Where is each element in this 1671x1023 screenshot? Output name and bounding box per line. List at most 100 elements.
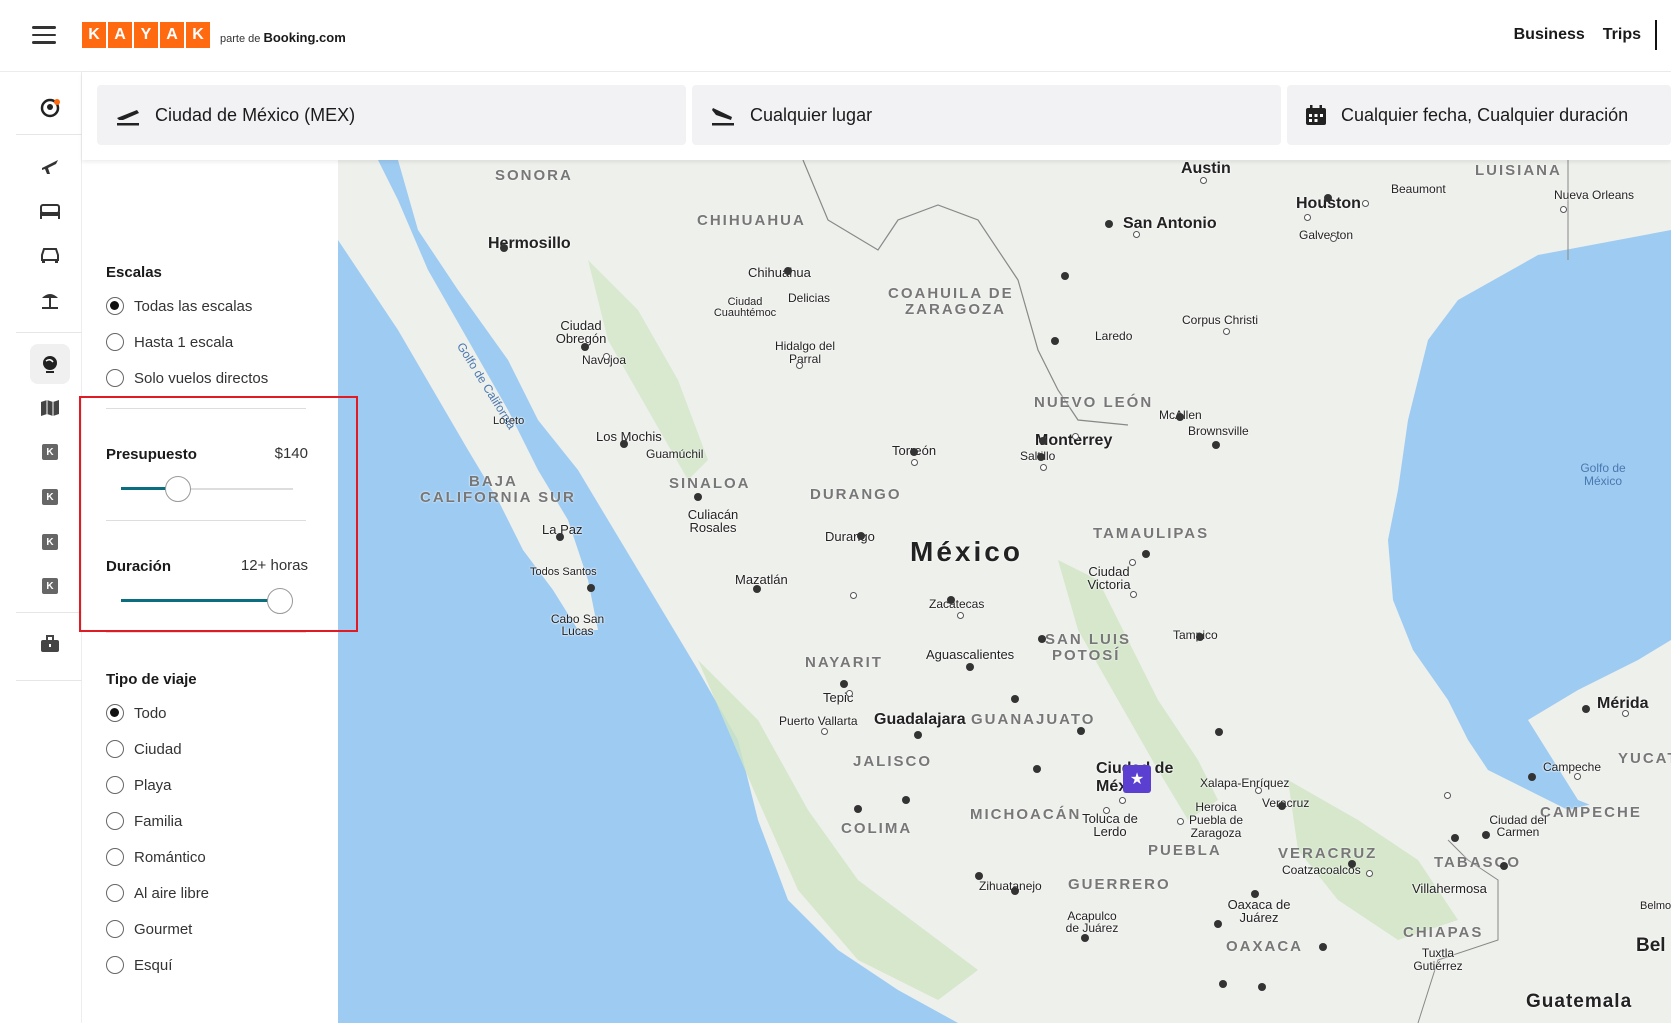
kayak-k-icon[interactable]: K bbox=[30, 432, 70, 472]
briefcase-icon[interactable] bbox=[30, 624, 70, 664]
dates-field[interactable]: Cualquier fecha, Cualquier duración bbox=[1287, 85, 1671, 145]
radio[interactable] bbox=[106, 956, 124, 974]
trips-link[interactable]: Trips bbox=[1603, 26, 1641, 44]
city-marker[interactable] bbox=[1119, 797, 1126, 804]
radio[interactable] bbox=[106, 369, 124, 387]
city-marker[interactable] bbox=[620, 440, 628, 448]
city-marker[interactable] bbox=[1130, 591, 1137, 598]
explore-icon[interactable] bbox=[30, 344, 70, 384]
city-marker[interactable] bbox=[753, 585, 761, 593]
city-marker[interactable] bbox=[1037, 453, 1045, 461]
city-marker[interactable] bbox=[1574, 773, 1581, 780]
city-marker[interactable] bbox=[911, 459, 918, 466]
city-marker[interactable] bbox=[1177, 818, 1184, 825]
city-marker[interactable] bbox=[947, 596, 955, 604]
stops-option[interactable]: Solo vuelos directos bbox=[106, 369, 268, 387]
city-marker[interactable] bbox=[1077, 727, 1085, 735]
city-marker[interactable] bbox=[1258, 983, 1266, 991]
city-marker[interactable] bbox=[1560, 206, 1567, 213]
city-marker[interactable] bbox=[966, 663, 974, 671]
city-marker[interactable] bbox=[1033, 765, 1041, 773]
city-marker[interactable] bbox=[1362, 200, 1369, 207]
city-marker[interactable] bbox=[840, 680, 848, 688]
city-marker[interactable] bbox=[821, 728, 828, 735]
city-marker[interactable] bbox=[854, 805, 862, 813]
city-marker[interactable] bbox=[1223, 328, 1230, 335]
city-marker[interactable] bbox=[694, 493, 702, 501]
city-marker[interactable] bbox=[957, 612, 964, 619]
city-marker[interactable] bbox=[1451, 834, 1459, 842]
city-marker[interactable] bbox=[1219, 980, 1227, 988]
bed-icon[interactable] bbox=[30, 191, 70, 231]
profile-icon[interactable] bbox=[30, 88, 70, 128]
city-marker[interactable] bbox=[796, 362, 803, 369]
duration-slider[interactable] bbox=[121, 586, 293, 616]
city-marker[interactable] bbox=[500, 244, 508, 252]
origin-field[interactable]: Ciudad de México (MEX) bbox=[97, 85, 686, 145]
trip-type-option[interactable]: Todo bbox=[106, 704, 167, 722]
radio[interactable] bbox=[106, 740, 124, 758]
city-marker[interactable] bbox=[1251, 890, 1259, 898]
trip-type-option[interactable]: Gourmet bbox=[106, 920, 192, 938]
plane-icon[interactable] bbox=[30, 146, 70, 186]
trip-type-option[interactable]: Esquí bbox=[106, 956, 172, 974]
city-marker[interactable] bbox=[1040, 464, 1047, 471]
city-marker[interactable] bbox=[1200, 177, 1207, 184]
radio-selected[interactable] bbox=[106, 297, 124, 315]
city-marker[interactable] bbox=[1582, 705, 1590, 713]
trip-type-option[interactable]: Romántico bbox=[106, 848, 206, 866]
city-marker[interactable] bbox=[1255, 787, 1262, 794]
city-marker[interactable] bbox=[1622, 710, 1629, 717]
kayak-k-icon[interactable]: K bbox=[30, 522, 70, 562]
city-marker[interactable] bbox=[902, 796, 910, 804]
city-marker[interactable] bbox=[784, 267, 792, 275]
city-marker[interactable] bbox=[1215, 728, 1223, 736]
radio[interactable] bbox=[106, 333, 124, 351]
city-marker[interactable] bbox=[1081, 934, 1089, 942]
trip-type-option[interactable]: Familia bbox=[106, 812, 182, 830]
radio[interactable] bbox=[106, 776, 124, 794]
origin-star-pin[interactable]: ★ bbox=[1123, 765, 1151, 793]
city-marker[interactable] bbox=[1011, 695, 1019, 703]
city-marker[interactable] bbox=[1214, 920, 1222, 928]
city-marker[interactable] bbox=[1319, 943, 1327, 951]
city-marker[interactable] bbox=[1330, 235, 1337, 242]
radio[interactable] bbox=[106, 884, 124, 902]
city-marker[interactable] bbox=[1133, 231, 1140, 238]
city-marker[interactable] bbox=[1366, 870, 1373, 877]
map[interactable]: SONORA CHIHUAHUA COAHUILA DE ZARAGOZA NU… bbox=[338, 160, 1671, 1023]
budget-slider-handle[interactable] bbox=[164, 476, 191, 502]
city-marker[interactable] bbox=[1528, 773, 1536, 781]
city-marker[interactable] bbox=[857, 532, 865, 540]
city-marker[interactable] bbox=[1278, 802, 1286, 810]
kayak-logo[interactable]: K A Y A K parte de Booking.com bbox=[82, 22, 346, 48]
city-marker[interactable] bbox=[1038, 635, 1046, 643]
trip-type-option[interactable]: Ciudad bbox=[106, 740, 182, 758]
kayak-k-icon[interactable]: K bbox=[30, 566, 70, 606]
radio[interactable] bbox=[106, 848, 124, 866]
city-marker[interactable] bbox=[587, 584, 595, 592]
budget-slider[interactable] bbox=[121, 474, 293, 504]
destination-field[interactable]: Cualquier lugar bbox=[692, 85, 1281, 145]
trip-type-option[interactable]: Al aire libre bbox=[106, 884, 209, 902]
city-marker[interactable] bbox=[1212, 441, 1220, 449]
menu-icon[interactable] bbox=[32, 26, 56, 46]
city-marker[interactable] bbox=[1196, 633, 1204, 641]
city-marker[interactable] bbox=[1072, 433, 1079, 440]
kayak-k-icon[interactable]: K bbox=[30, 477, 70, 517]
city-marker[interactable] bbox=[1142, 550, 1150, 558]
city-marker[interactable] bbox=[1103, 807, 1110, 814]
city-marker[interactable] bbox=[1482, 831, 1490, 839]
stops-option[interactable]: Todas las escalas bbox=[106, 297, 252, 315]
city-marker[interactable] bbox=[1348, 860, 1356, 868]
radio-selected[interactable] bbox=[106, 704, 124, 722]
city-marker[interactable] bbox=[1500, 862, 1508, 870]
car-icon[interactable] bbox=[30, 235, 70, 275]
city-marker[interactable] bbox=[910, 448, 918, 456]
city-marker[interactable] bbox=[1051, 337, 1059, 345]
beach-icon[interactable] bbox=[30, 280, 70, 320]
city-marker[interactable] bbox=[581, 343, 589, 351]
duration-slider-handle[interactable] bbox=[267, 588, 293, 614]
trip-type-option[interactable]: Playa bbox=[106, 776, 172, 794]
city-marker[interactable] bbox=[1304, 214, 1311, 221]
